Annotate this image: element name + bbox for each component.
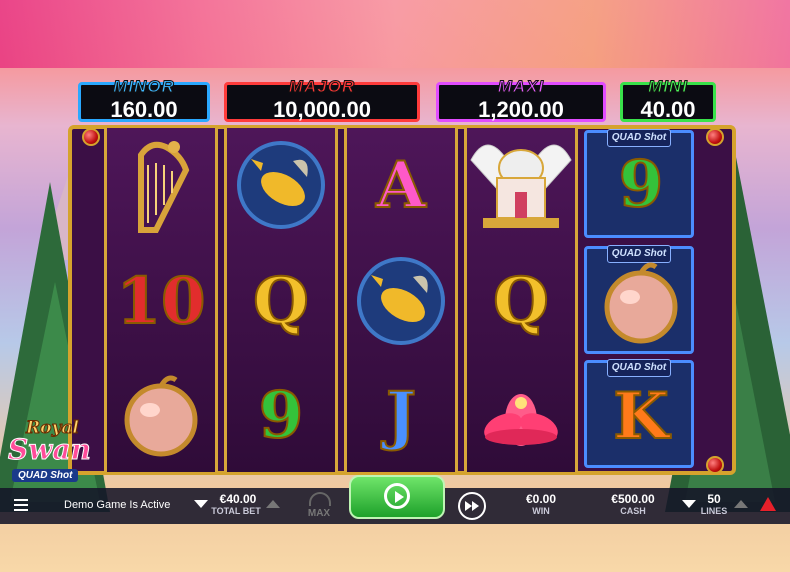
symbol-q: Q bbox=[227, 244, 335, 358]
reel-3-row-1: A bbox=[375, 147, 427, 224]
symbol-a: A bbox=[347, 128, 455, 242]
ruby-gem-icon bbox=[82, 128, 100, 146]
autoplay-button[interactable] bbox=[458, 492, 486, 520]
quad-shot-cell-2: QUAD Shot bbox=[584, 245, 694, 354]
koi-fish-icon bbox=[227, 128, 335, 242]
spin-button[interactable] bbox=[349, 475, 445, 519]
demo-status: Demo Game Is Active bbox=[64, 499, 171, 511]
jackpot-mini-value: 40.00 bbox=[640, 97, 696, 122]
cash-label: CASH bbox=[620, 506, 646, 516]
jackpot-minor: MINOR 160.00 bbox=[78, 77, 210, 122]
logo-line-2: Swan bbox=[8, 433, 92, 467]
reel-2: Q 9 bbox=[224, 128, 338, 472]
fast-forward-icon bbox=[465, 501, 472, 511]
reel-5-row-3: K bbox=[612, 378, 670, 455]
total-bet-label: TOTAL BET bbox=[211, 506, 261, 516]
jackpot-minor-value: 160.00 bbox=[110, 97, 178, 122]
bet-increase-icon[interactable] bbox=[266, 500, 280, 508]
symbol-j: J bbox=[347, 358, 455, 472]
jackpot-maxi-value: 1,200.00 bbox=[478, 97, 564, 122]
total-bet-value: €40.00 bbox=[219, 492, 257, 506]
reel-1-row-2: 10 bbox=[115, 263, 206, 340]
max-label: MAX bbox=[307, 508, 331, 519]
jackpot-major-value: 10,000.00 bbox=[273, 97, 371, 122]
reel-1: 10 bbox=[104, 128, 218, 472]
reel-2-row-2: Q bbox=[252, 263, 310, 340]
palace-icon bbox=[467, 128, 575, 242]
cash-value: €500.00 bbox=[611, 492, 655, 506]
ruby-gem-icon bbox=[706, 456, 724, 474]
gauge-icon bbox=[309, 492, 331, 506]
jackpot-mini-label: MINI bbox=[648, 77, 688, 97]
lines-decrease-icon[interactable] bbox=[682, 500, 696, 508]
game-logo: Royal Swan QUAD Shot bbox=[4, 418, 100, 486]
jackpot-major-label: MAJOR bbox=[288, 77, 356, 97]
jackpot-major: MAJOR 10,000.00 bbox=[224, 77, 420, 122]
reel-5-row-1: 9 bbox=[618, 146, 665, 223]
lines-label: LINES bbox=[700, 506, 728, 516]
jackpot-maxi-label: MAXI bbox=[497, 77, 545, 97]
win-value: €0.00 bbox=[525, 492, 557, 506]
apple-icon bbox=[107, 358, 215, 472]
reel-4: Q bbox=[464, 128, 578, 472]
jackpot-minor-label: MINOR bbox=[113, 77, 175, 97]
logo-line-3: QUAD Shot bbox=[12, 469, 79, 482]
lotus-icon bbox=[467, 358, 575, 472]
reel-4-row-2: Q bbox=[492, 263, 550, 340]
reel-2-row-3: 9 bbox=[258, 377, 305, 454]
play-icon bbox=[384, 483, 410, 509]
hamburger-icon[interactable] bbox=[14, 499, 28, 511]
lines-value: 50 bbox=[707, 492, 721, 506]
reel-3: A J bbox=[344, 128, 458, 472]
symbol-9: 9 bbox=[587, 127, 695, 241]
win-label: WIN bbox=[532, 506, 550, 516]
quad-shot-cell-1: QUAD Shot 9 bbox=[584, 127, 695, 241]
symbol-9: 9 bbox=[227, 358, 335, 472]
ruby-gem-icon bbox=[706, 128, 724, 146]
jackpot-maxi: MAXI 1,200.00 bbox=[436, 77, 606, 122]
jackpot-mini: MINI 40.00 bbox=[620, 77, 716, 122]
sky-background bbox=[0, 0, 790, 68]
koi-fish-icon bbox=[347, 244, 455, 358]
harp-icon bbox=[107, 128, 215, 242]
quad-shot-cell-3: QUAD Shot K bbox=[584, 359, 694, 468]
max-bet-button[interactable]: MAX bbox=[300, 492, 338, 520]
symbol-10: 10 bbox=[107, 244, 215, 358]
symbol-k: K bbox=[587, 359, 695, 473]
brand-logo-icon bbox=[760, 497, 776, 511]
apple-icon bbox=[587, 245, 695, 359]
symbol-q: Q bbox=[467, 244, 575, 358]
reel-3-row-3: J bbox=[385, 377, 417, 454]
lines-increase-icon[interactable] bbox=[734, 500, 748, 508]
